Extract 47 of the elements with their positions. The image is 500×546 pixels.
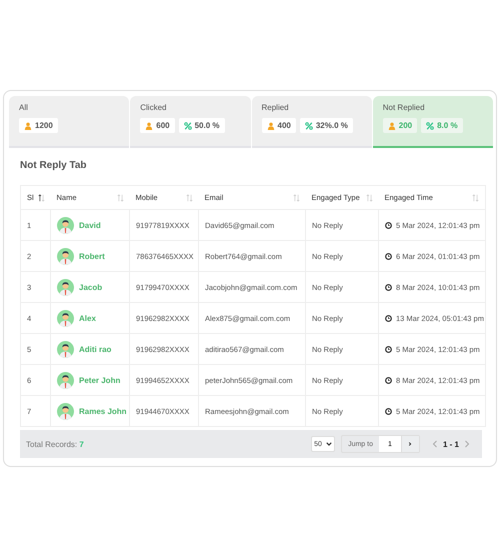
tab[interactable]: Replied 400 32%.0 % xyxy=(252,96,372,148)
count-badge: 1200 xyxy=(19,118,58,133)
contact-name: Robert xyxy=(79,252,105,260)
person-icon xyxy=(24,122,32,130)
percent-icon xyxy=(184,122,192,130)
tab[interactable]: Not Replied 200 8.0 % xyxy=(372,96,493,148)
avatar-icon xyxy=(57,310,74,326)
avatar-icon xyxy=(57,216,74,234)
clock-icon xyxy=(385,252,392,260)
clock-icon xyxy=(385,222,392,228)
percent-badge: 50.0 % xyxy=(178,118,225,133)
contact-name: David xyxy=(79,220,101,230)
chevron-right-icon xyxy=(464,439,470,449)
next-page-button[interactable] xyxy=(464,439,470,449)
percent-icon xyxy=(304,122,313,130)
panel-title: Not Reply Tab xyxy=(20,160,88,171)
clock-icon xyxy=(385,314,392,322)
avatar-icon xyxy=(57,278,74,296)
count-badge: 600 xyxy=(140,118,175,133)
total-records: Total Records: 7 xyxy=(26,440,85,448)
contact-name: Rames John xyxy=(79,406,127,416)
count-badge: 400 xyxy=(262,118,296,133)
percent-badge: 32%.0 % xyxy=(300,118,353,133)
person-icon xyxy=(266,122,274,130)
avatar-icon xyxy=(57,340,74,358)
chevron-left-icon xyxy=(432,439,438,449)
avatar-icon xyxy=(57,372,74,388)
person-icon xyxy=(388,122,396,130)
caret-icon xyxy=(326,442,332,446)
clock-icon xyxy=(385,284,392,290)
clock-icon xyxy=(385,346,392,352)
percent-icon xyxy=(426,122,434,130)
tab[interactable]: Clicked 600 50.0 % xyxy=(130,96,250,148)
contact-name: Peter John xyxy=(79,376,120,384)
page-range: 1 - 1 xyxy=(442,440,459,448)
clock-icon xyxy=(385,408,392,414)
clock-icon xyxy=(385,376,392,384)
avatar-icon xyxy=(57,402,74,420)
count-badge: 200 xyxy=(382,118,418,133)
percent-badge: 8.0 % xyxy=(421,118,463,133)
tab[interactable]: All 1200 xyxy=(9,96,130,148)
person-icon xyxy=(145,122,154,130)
contact-name: Jacob xyxy=(79,282,102,292)
contact-name: Aditi rao xyxy=(79,344,112,354)
contact-name: Alex xyxy=(79,314,96,322)
avatar-icon xyxy=(57,248,74,264)
previous-page-button[interactable] xyxy=(432,439,438,449)
